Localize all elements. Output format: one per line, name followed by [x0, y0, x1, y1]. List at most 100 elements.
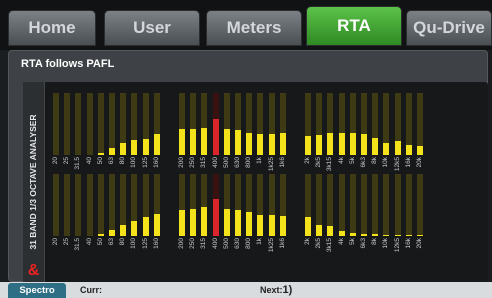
tab-user[interactable]: User: [104, 10, 200, 46]
rta-band-bar-bottom-2k: [305, 174, 311, 236]
rta-band-level: [131, 140, 138, 155]
rta-analyser-display: 31 BAND 1/3 OCTAVE ANALYSER & 20 25 31.5 40…: [23, 82, 488, 284]
curr-label: Curr:: [80, 285, 102, 295]
rta-band-label: 160: [152, 238, 160, 249]
rta-band-bar-top-100: [131, 93, 138, 155]
rta-band-bar-bottom-25: [64, 174, 71, 236]
rta-band-label: 31.5: [74, 238, 82, 251]
rta-band-bar-top-4k: [338, 93, 345, 155]
rta-band-bar-top-800: [246, 93, 253, 155]
rta-band-level: [405, 145, 412, 155]
rta-band-bar-top-5k: [349, 93, 356, 155]
rta-band-level: [279, 216, 286, 236]
rta-band-level: [153, 134, 160, 155]
rta-band-bar-bottom-160: [153, 174, 160, 236]
rta-band-level: [394, 235, 401, 236]
rta-band-bar-top-20: [53, 93, 59, 155]
rta-band-bar-bottom-200: [179, 174, 185, 236]
rta-band-bar-top-3k15: [327, 93, 334, 155]
rta-band-level: [327, 133, 334, 155]
rta-band-level: [97, 153, 104, 155]
analyser-side-label: 31 BAND 1/3 OCTAVE ANALYSER &: [23, 82, 45, 284]
spectro-button[interactable]: Spectro: [8, 283, 66, 298]
tab-home[interactable]: Home: [8, 10, 96, 46]
tab-qu-drive[interactable]: Qu-Drive: [406, 10, 492, 46]
rta-band-level: [212, 199, 219, 236]
rta-band-bar-top-400: [212, 93, 219, 155]
rta-band-level: [327, 226, 334, 236]
rta-band-level: [235, 130, 241, 155]
rta-band-label: 250: [189, 238, 197, 249]
rta-band-bar-bottom-4k: [338, 174, 345, 236]
rta-band-label: 10k: [382, 238, 390, 249]
rta-band-level: [372, 234, 379, 236]
current-scene: Curr:: [80, 283, 102, 298]
rta-band-level: [305, 136, 311, 155]
footer-bar: [0, 282, 492, 298]
rta-band-bar-bottom-3k15: [327, 174, 334, 236]
rta-band-bar-top-12k5: [394, 93, 401, 155]
rta-band-bar-bottom-500: [223, 174, 230, 236]
rta-band-bar-bottom-250: [190, 174, 197, 236]
rta-band-level: [109, 230, 115, 236]
rta-band-bar-top-630: [235, 93, 241, 155]
next-value: 1): [282, 284, 293, 296]
rta-band-level: [372, 138, 379, 155]
rta-band-label: 20k: [416, 238, 423, 249]
rta-band-level: [235, 210, 241, 236]
next-scene: Next:1): [260, 283, 292, 298]
rta-band-level: [405, 235, 412, 236]
rta-band-level: [361, 234, 367, 236]
rta-band-bar-top-25: [64, 93, 71, 155]
rta-band-level: [190, 129, 197, 155]
rta-band-level: [383, 143, 390, 155]
rta-band-bar-top-6k3: [361, 93, 367, 155]
rta-band-level: [246, 133, 253, 155]
rta-band-bar-bottom-2k5: [316, 174, 323, 236]
rta-band-label: 100: [130, 238, 138, 249]
rta-band-level: [279, 133, 286, 155]
rta-band-level: [190, 209, 197, 236]
rta-band-label: 2k: [304, 238, 311, 245]
rta-band-bar-top-315: [201, 93, 208, 155]
rta-band-bar-bottom-630: [235, 174, 241, 236]
rta-band-bar-top-80: [120, 93, 127, 155]
rta-band-level: [349, 233, 356, 236]
next-label: Next:: [260, 285, 283, 295]
rta-band-level: [349, 133, 356, 155]
rta-band-label: 50: [96, 238, 104, 246]
rta-band-bar-bottom-40: [86, 174, 93, 236]
tab-meters[interactable]: Meters: [206, 10, 302, 46]
rta-band-bar-bottom-63: [109, 174, 115, 236]
rta-band-level: [257, 215, 264, 236]
rta-band-label: 200: [178, 238, 185, 249]
rta-band-bar-bottom-5k: [349, 174, 356, 236]
rta-band-label: 16k: [404, 238, 412, 249]
rta-band-bar-bottom-16k: [405, 174, 412, 236]
rta-band-label: 125: [141, 238, 149, 249]
rta-band-level: [109, 148, 115, 155]
tab-rta[interactable]: RTA: [306, 6, 402, 46]
rta-band-bar-top-8k: [372, 93, 379, 155]
rta-band-bar-top-1k25: [268, 93, 275, 155]
rta-panel: RTA follows PAFL 31 BAND 1/3 OCTAVE ANAL…: [8, 50, 488, 284]
rta-band-label: 12k5: [393, 238, 401, 253]
rta-band-bar-bottom-12k5: [394, 174, 401, 236]
brand-logo-icon: &: [27, 262, 40, 279]
rta-band-label: 400: [211, 238, 219, 249]
rta-band-bar-bottom-400: [212, 174, 219, 236]
rta-band-bar-top-200: [179, 93, 185, 155]
rta-band-label: 40: [85, 238, 93, 246]
rta-band-bar-bottom-1k: [257, 174, 264, 236]
rta-band-level: [316, 135, 323, 155]
rta-band-label: 80: [119, 238, 127, 246]
rta-band-level: [131, 221, 138, 236]
rta-band-bar-top-50: [97, 93, 104, 155]
rta-band-level: [120, 225, 127, 236]
rta-band-label: 2k5: [315, 238, 323, 249]
rta-band-level: [394, 141, 401, 155]
rta-band-bar-bottom-100: [131, 174, 138, 236]
rta-band-bar-bottom-20k: [417, 174, 423, 236]
rta-band-level: [268, 134, 275, 155]
rta-band-label: 20: [52, 238, 59, 246]
